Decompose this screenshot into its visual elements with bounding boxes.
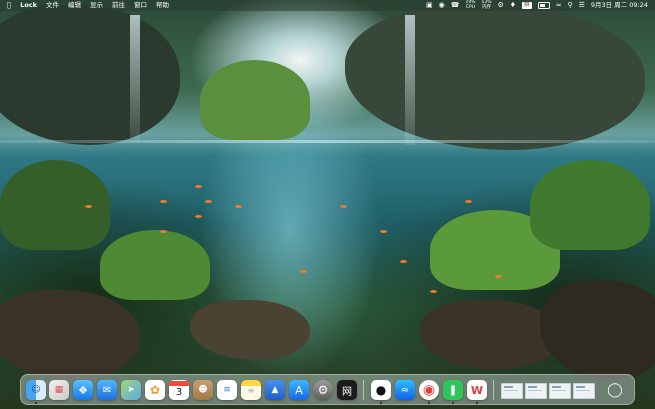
dock-separator	[493, 380, 494, 400]
netease-label: 网	[342, 386, 352, 398]
rock-right	[420, 300, 560, 370]
minimized-window-2[interactable]	[525, 383, 547, 399]
seaweed-far-right	[530, 160, 650, 250]
notes-icon[interactable]: ≡	[241, 380, 261, 400]
phone-status-icon[interactable]: ☎	[451, 0, 460, 11]
apple-menu-icon[interactable]: 	[7, 0, 11, 11]
minimized-window-4[interactable]	[573, 383, 595, 399]
cpu-monitor[interactable]: 19% CPU	[465, 0, 476, 10]
fish	[465, 200, 472, 203]
fish	[495, 275, 502, 278]
water-surface	[0, 140, 655, 143]
seaweed-left	[100, 230, 210, 300]
fish	[300, 270, 307, 273]
fish	[380, 230, 387, 233]
input-method-icon[interactable]: 拼	[522, 2, 532, 9]
app-store-icon[interactable]: A	[289, 380, 309, 400]
running-indicator	[452, 402, 454, 404]
fish	[340, 205, 347, 208]
reminders-icon[interactable]: ≡	[217, 380, 237, 400]
menu-file[interactable]: 文件	[46, 0, 59, 11]
left-cliff	[0, 5, 180, 145]
calendar-day: 3	[175, 387, 183, 398]
calendar-icon[interactable]: 3	[169, 380, 189, 400]
bell-icon[interactable]: ♦	[510, 0, 516, 11]
memory-label: 内存	[481, 4, 491, 10]
rock-mid	[190, 300, 310, 360]
control-center-icon[interactable]: ☰	[579, 0, 585, 11]
menu-help[interactable]: 帮助	[156, 0, 169, 11]
desktop-wallpaper	[0, 0, 655, 409]
chrome-icon[interactable]: ◉	[419, 380, 439, 400]
wechat-status-icon[interactable]: ◉	[439, 0, 445, 11]
minimized-window-3[interactable]	[549, 383, 571, 399]
wps-icon[interactable]: W	[467, 380, 487, 400]
search-icon[interactable]: ⚲	[567, 0, 572, 11]
battery-icon[interactable]	[537, 2, 550, 9]
netease-music-icon[interactable]: 网	[337, 380, 357, 400]
waterfall-right	[405, 15, 415, 145]
running-indicator	[476, 402, 478, 404]
menu-app-name[interactable]: Lock	[20, 0, 37, 11]
fish	[235, 205, 242, 208]
menu-go[interactable]: 前往	[112, 0, 125, 11]
fish	[205, 200, 212, 203]
waterfall-left	[130, 15, 140, 140]
maps-icon[interactable]: ➤	[121, 380, 141, 400]
minimized-window-1[interactable]	[501, 383, 523, 399]
upper-foliage	[200, 60, 310, 140]
screen-record-icon[interactable]: ▣	[426, 0, 433, 11]
photos-icon[interactable]: ✿	[145, 380, 165, 400]
right-cliff	[345, 5, 645, 150]
fish	[195, 185, 202, 188]
menu-view[interactable]: 显示	[90, 0, 103, 11]
running-indicator	[380, 402, 382, 404]
control-tool-icon[interactable]: ⚙	[497, 0, 503, 11]
fish	[160, 230, 167, 233]
keynote-icon[interactable]: ▲	[265, 380, 285, 400]
wechat-icon[interactable]: ❚	[443, 380, 463, 400]
running-indicator	[35, 402, 37, 404]
fish	[400, 260, 407, 263]
fish	[85, 205, 92, 208]
running-indicator	[428, 402, 430, 404]
launchpad-icon[interactable]: ▦	[49, 380, 69, 400]
fish	[430, 290, 437, 293]
seaweed-far-left	[0, 160, 110, 250]
menu-edit[interactable]: 编辑	[68, 0, 81, 11]
mail-icon[interactable]: ✉	[97, 380, 117, 400]
system-settings-icon[interactable]: ⚙	[313, 380, 333, 400]
contacts-icon[interactable]: ☻	[193, 380, 213, 400]
feishu-icon[interactable]: ≈	[395, 380, 415, 400]
cpu-label: CPU	[465, 4, 476, 10]
clock[interactable]: 9月3日 周二 09:24	[591, 0, 648, 11]
rock-right-large	[540, 280, 655, 380]
memory-monitor[interactable]: 53% 内存	[481, 0, 491, 10]
dock: ☺ ▦ ❖ ✉ ➤ ✿ 3 ☻ ≡ ≡ ▲ A ⚙ 网 ● ≈ ◉ ❚ W ◯	[20, 374, 635, 405]
fish	[195, 215, 202, 218]
dock-separator	[363, 380, 364, 400]
finder-icon[interactable]: ☺	[26, 380, 46, 400]
trash-icon[interactable]: ◯	[605, 380, 625, 400]
menu-bar:  Lock 文件 编辑 显示 前往 窗口 帮助 ▣ ◉ ☎ 19% CPU 5…	[0, 0, 655, 11]
rock-left-large	[0, 290, 140, 380]
fish	[160, 200, 167, 203]
menu-window[interactable]: 窗口	[134, 0, 147, 11]
wifi-icon[interactable]: ≈	[556, 0, 562, 11]
qq-icon[interactable]: ●	[371, 380, 391, 400]
safari-icon[interactable]: ❖	[73, 380, 93, 400]
